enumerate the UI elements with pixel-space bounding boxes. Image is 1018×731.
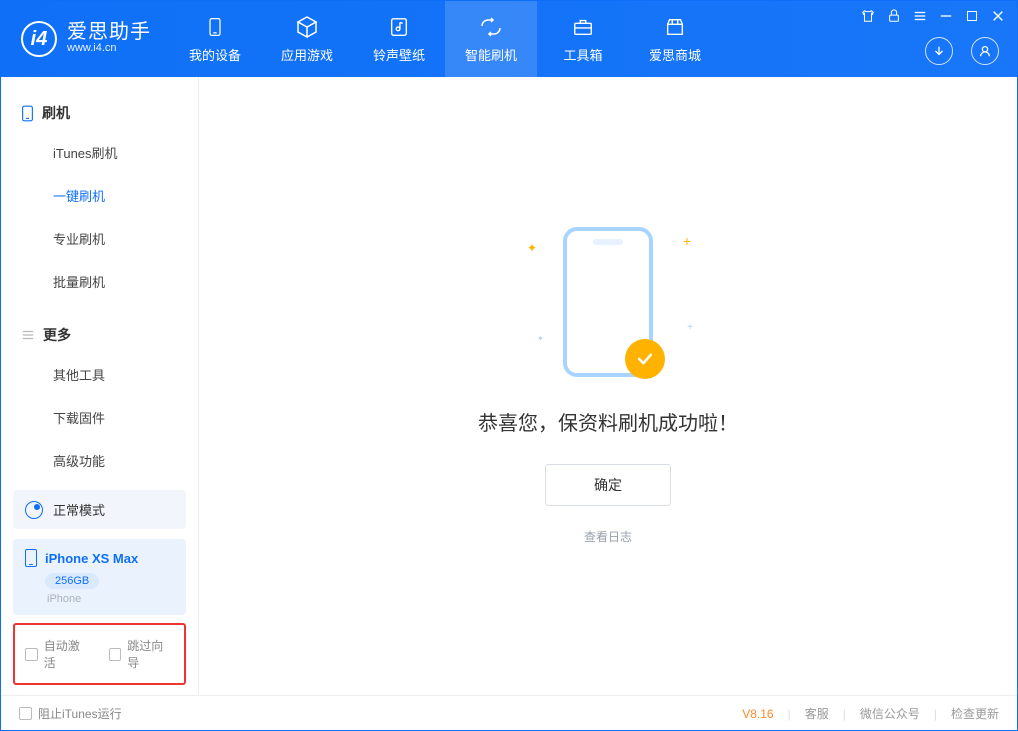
- logo-subtitle: www.i4.cn: [67, 42, 151, 55]
- logo-title: 爱思助手: [67, 22, 151, 42]
- logo: i4 爱思助手 www.i4.cn: [1, 1, 169, 77]
- lock-icon[interactable]: [887, 9, 901, 23]
- checkbox-block-itunes[interactable]: 阻止iTunes运行: [19, 705, 122, 722]
- view-log-link[interactable]: 查看日志: [584, 528, 632, 545]
- footer: 阻止iTunes运行 V8.16 | 客服 | 微信公众号 | 检查更新: [1, 695, 1017, 731]
- close-icon[interactable]: [991, 9, 1005, 23]
- nav-store[interactable]: 爱思商城: [629, 1, 721, 77]
- sidebar-group-more: 更多: [1, 317, 198, 353]
- sidebar-group-flash: 刷机: [1, 95, 198, 131]
- window-controls-top: [861, 9, 1005, 23]
- sidebar-item-batch-flash[interactable]: 批量刷机: [1, 260, 198, 303]
- sidebar: 刷机 iTunes刷机 一键刷机 专业刷机 批量刷机 更多 其他工具 下载固件 …: [1, 77, 199, 695]
- nav-ringtones-wallpapers[interactable]: 铃声壁纸: [353, 1, 445, 77]
- phone-icon: [21, 105, 34, 122]
- body: 刷机 iTunes刷机 一键刷机 专业刷机 批量刷机 更多 其他工具 下载固件 …: [1, 77, 1017, 695]
- nav-apps-games[interactable]: 应用游戏: [261, 1, 353, 77]
- minimize-icon[interactable]: [939, 9, 953, 23]
- footer-link-support[interactable]: 客服: [805, 705, 829, 722]
- options-box: 自动激活 跳过向导: [13, 623, 186, 685]
- device-mode[interactable]: 正常模式: [13, 490, 186, 529]
- version-label: V8.16: [742, 707, 773, 721]
- sidebar-item-download-firmware[interactable]: 下载固件: [1, 396, 198, 439]
- store-icon: [663, 15, 687, 39]
- sidebar-item-advanced[interactable]: 高级功能: [1, 439, 198, 482]
- toolbox-icon: [571, 15, 595, 39]
- device-icon: [203, 15, 227, 39]
- header-actions: [925, 37, 999, 65]
- sidebar-item-itunes-flash[interactable]: iTunes刷机: [1, 131, 198, 174]
- nav-my-device[interactable]: 我的设备: [169, 1, 261, 77]
- footer-link-wechat[interactable]: 微信公众号: [860, 705, 920, 722]
- nav-tabs: 我的设备 应用游戏 铃声壁纸 智能刷机 工具箱 爱思商城: [169, 1, 721, 77]
- menu-icon[interactable]: [913, 9, 927, 23]
- sidebar-item-onekey-flash[interactable]: 一键刷机: [1, 174, 198, 217]
- refresh-icon: [479, 15, 503, 39]
- main-content: ✦ + ✦ + 恭喜您，保资料刷机成功啦！ 确定 查看日志: [199, 77, 1017, 695]
- list-icon: [21, 328, 35, 342]
- success-illustration: ✦ + ✦ +: [563, 227, 653, 377]
- logo-icon: i4: [21, 21, 57, 57]
- sparkle-icon: ✦: [537, 334, 544, 343]
- checkbox-skip-guide[interactable]: 跳过向导: [109, 637, 175, 671]
- device-capacity: 256GB: [45, 573, 99, 589]
- user-button[interactable]: [971, 37, 999, 65]
- sparkle-icon: +: [683, 233, 691, 249]
- music-icon: [387, 15, 411, 39]
- shirt-icon[interactable]: [861, 9, 875, 23]
- device-type: iPhone: [47, 593, 174, 605]
- device-panel: 正常模式 iPhone XS Max 256GB iPhone 自动激活 跳过向…: [1, 490, 198, 695]
- ok-button[interactable]: 确定: [545, 464, 671, 506]
- cube-icon: [295, 15, 319, 39]
- success-message: 恭喜您，保资料刷机成功啦！: [478, 407, 738, 436]
- sparkle-icon: +: [687, 322, 693, 333]
- checkmark-badge-icon: [625, 339, 665, 379]
- download-button[interactable]: [925, 37, 953, 65]
- app-header: i4 爱思助手 www.i4.cn 我的设备 应用游戏 铃声壁纸 智能刷机 工具…: [1, 1, 1017, 77]
- nav-smart-flash[interactable]: 智能刷机: [445, 1, 537, 77]
- sparkle-icon: ✦: [527, 241, 537, 255]
- device-name: iPhone XS Max: [45, 551, 138, 566]
- nav-toolbox[interactable]: 工具箱: [537, 1, 629, 77]
- sidebar-item-pro-flash[interactable]: 专业刷机: [1, 217, 198, 260]
- phone-icon: [25, 549, 37, 567]
- footer-link-update[interactable]: 检查更新: [951, 705, 999, 722]
- checkbox-auto-activate[interactable]: 自动激活: [25, 637, 91, 671]
- mode-icon: [25, 501, 43, 519]
- maximize-icon[interactable]: [965, 9, 979, 23]
- device-card[interactable]: iPhone XS Max 256GB iPhone: [13, 539, 186, 615]
- sidebar-item-other-tools[interactable]: 其他工具: [1, 353, 198, 396]
